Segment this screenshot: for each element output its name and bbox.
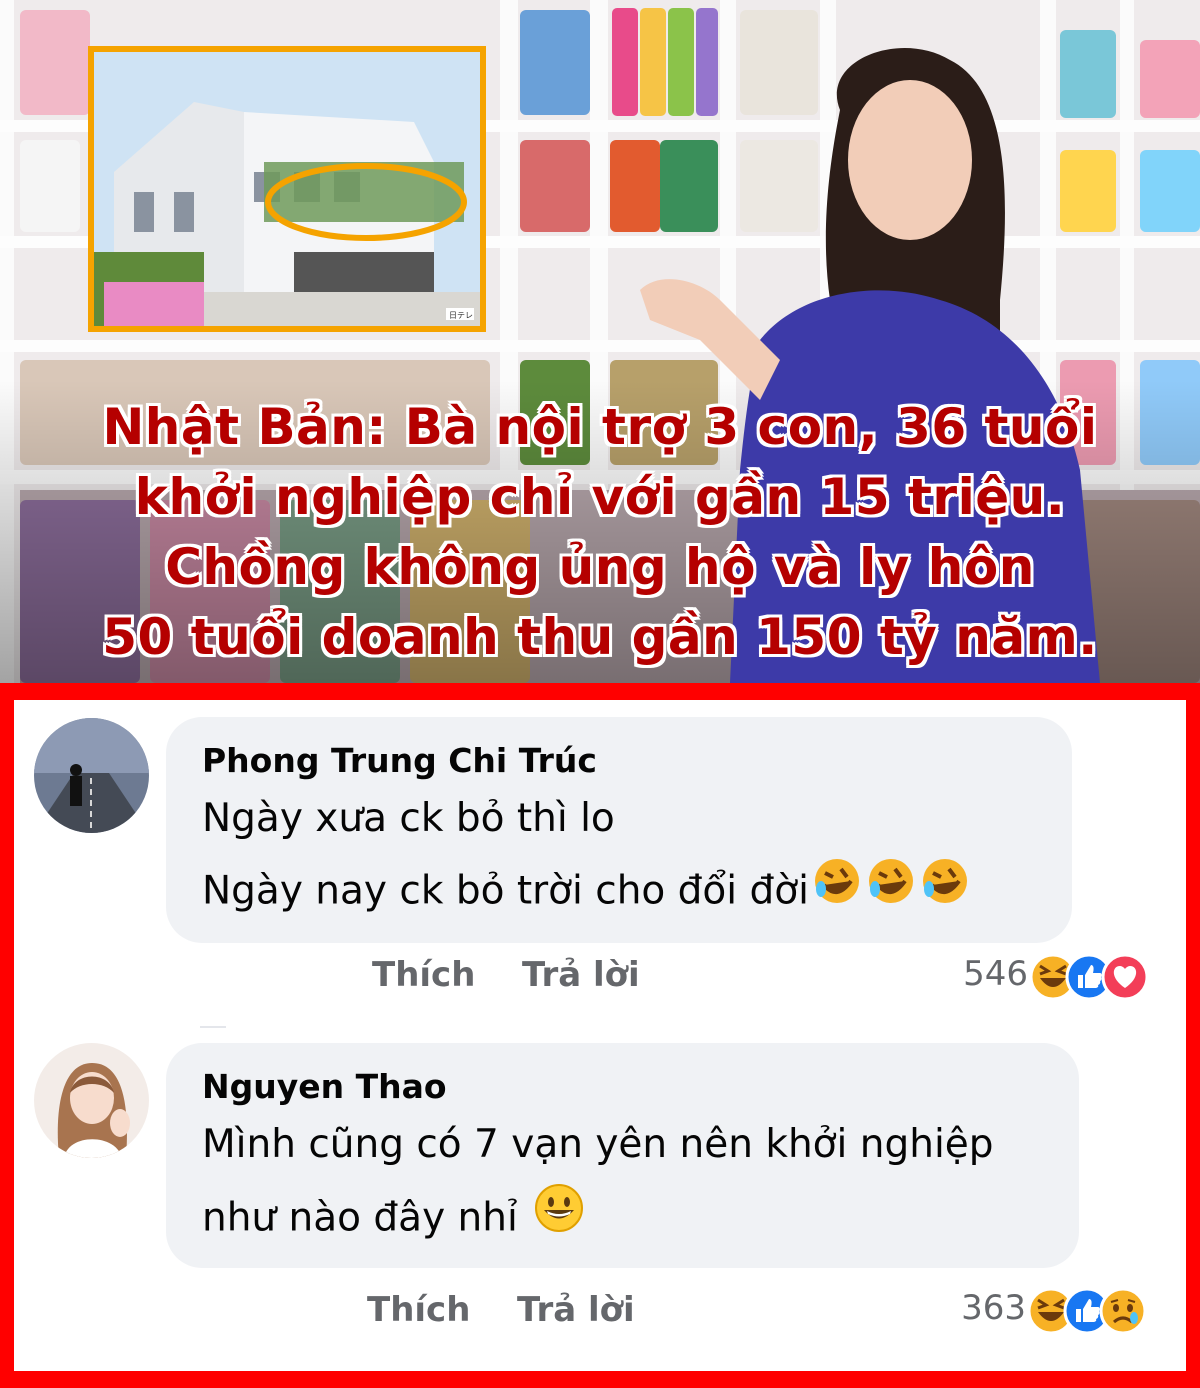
comment-actions: Thích Trả lời xyxy=(14,1290,814,1340)
comment-text-line-2: Ngày nay ck bỏ trời cho đổi đời xyxy=(202,868,809,914)
avatar[interactable] xyxy=(34,718,149,833)
grinning-face-icon xyxy=(532,1181,586,1259)
comments-panel: Phong Trung Chi Trúc Ngày xưa ck bỏ thì … xyxy=(14,700,1186,1371)
reaction-count: 546 xyxy=(963,954,1028,994)
like-link[interactable]: Thích xyxy=(372,955,475,995)
headline-line-1: Nhật Bản: Bà nội trợ 3 con, 36 tuổi xyxy=(102,398,1098,456)
comment-text-line-1: Mình cũng có 7 vạn yên nên khởi nghiệp xyxy=(202,1122,994,1167)
avatar[interactable] xyxy=(34,1043,149,1158)
reaction-count: 363 xyxy=(961,1288,1026,1328)
comment-text-line-1: Ngày xưa ck bỏ thì lo xyxy=(202,796,615,841)
rolling-on-floor-laughing-icon xyxy=(919,855,971,931)
reaction-summary[interactable]: 363 xyxy=(912,1286,1174,1336)
sad-reaction-icon xyxy=(1099,1287,1147,1335)
headline-line-4: 50 tuổi doanh thu gần 150 tỷ năm. xyxy=(102,608,1098,666)
headline-line-3: Chồng không ủng hộ và ly hôn xyxy=(165,538,1035,596)
comment-bubble: Phong Trung Chi Trúc Ngày xưa ck bỏ thì … xyxy=(166,717,1072,943)
headline: Nhật Bản: Bà nội trợ 3 con, 36 tuổi khởi… xyxy=(0,392,1200,672)
like-link[interactable]: Thích xyxy=(367,1290,470,1330)
avatar-road-photo xyxy=(34,718,149,833)
avatar-woman-photo xyxy=(34,1043,149,1158)
reaction-summary[interactable]: 546 xyxy=(914,952,1174,1002)
reply-link[interactable]: Trả lời xyxy=(522,955,640,995)
comment-actions: Thích Trả lời xyxy=(14,955,814,1005)
headline-line-2: khởi nghiệp chỉ với gần 15 triệu. xyxy=(134,468,1066,526)
inset-watermark: 日テレ xyxy=(449,311,473,320)
love-reaction-icon xyxy=(1101,953,1149,1001)
comment-author[interactable]: Phong Trung Chi Trúc xyxy=(202,739,1036,783)
house-illustration: 日テレ xyxy=(94,52,480,326)
rolling-on-floor-laughing-icon xyxy=(811,855,863,931)
reply-link[interactable]: Trả lời xyxy=(517,1290,635,1330)
comment-author[interactable]: Nguyen Thao xyxy=(202,1065,1043,1109)
house-inset-photo: 日テレ xyxy=(88,46,486,332)
reply-thread-line xyxy=(200,1026,226,1028)
hero-image: 日テレ Nhật Bản: Bà nội trợ 3 con, 36 tuổi … xyxy=(0,0,1200,683)
comment-text-line-2: như nào đây nhỉ xyxy=(202,1195,518,1241)
rolling-on-floor-laughing-icon xyxy=(865,855,917,931)
comment-text-line-2-wrap: như nào đây nhỉ xyxy=(202,1181,1043,1259)
comment-bubble: Nguyen Thao Mình cũng có 7 vạn yên nên k… xyxy=(166,1043,1079,1268)
comment-text-line-2-wrap: Ngày nay ck bỏ trời cho đổi đời xyxy=(202,855,1036,931)
